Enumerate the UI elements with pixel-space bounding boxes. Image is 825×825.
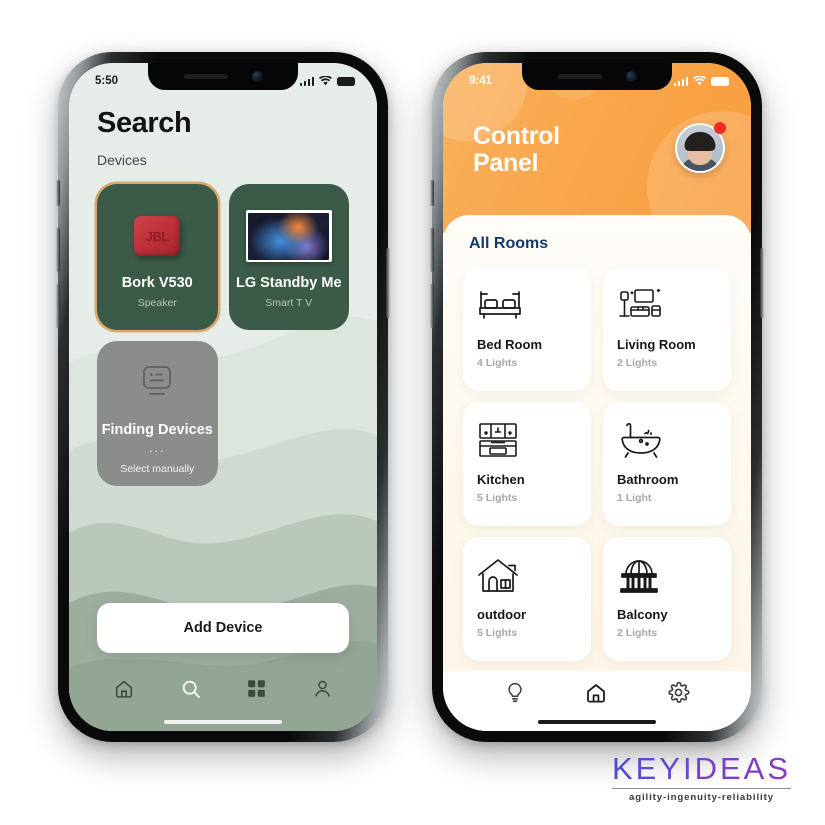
device-card-finding[interactable]: Finding Devices ... Select manually <box>97 341 218 486</box>
status-time: 5:50 <box>95 75 119 87</box>
page-title-line2: Panel <box>473 149 539 177</box>
keyideas-logo: KEYIDEAS agility-ingenuity-reliability <box>611 751 791 803</box>
cellular-bars-icon <box>299 77 314 86</box>
house-icon <box>477 551 577 599</box>
volume-down-button[interactable] <box>56 284 60 328</box>
room-lights-count: 1 Light <box>617 492 652 504</box>
loading-dots: ... <box>148 440 166 455</box>
room-card-bedroom[interactable]: Bed Room 4 Lights <box>463 267 591 391</box>
home-indicator <box>164 719 282 724</box>
screenshot-canvas: 5:50 Search Devices JBL Bork V530 Speake… <box>0 0 825 825</box>
phone-mockup-search: 5:50 Search Devices JBL Bork V530 Speake… <box>56 52 390 742</box>
balcony-icon <box>617 551 717 599</box>
mute-switch[interactable] <box>56 180 60 206</box>
room-card-bathroom[interactable]: Bathroom 1 Light <box>603 402 731 526</box>
tab-home-icon[interactable] <box>113 678 135 705</box>
brand-name: KEYIDEAS <box>611 751 791 786</box>
wifi-icon <box>693 76 706 86</box>
room-name: Living Room <box>617 337 696 352</box>
device-name: Bork V530 <box>121 275 193 291</box>
device-name: Finding Devices <box>101 422 213 438</box>
sofa-tv-icon <box>617 281 717 329</box>
room-lights-count: 5 Lights <box>477 627 518 639</box>
search-screen: 5:50 Search Devices JBL Bork V530 Speake… <box>69 63 377 731</box>
cellular-bars-icon <box>673 77 688 86</box>
room-card-outdoor[interactable]: outdoor 5 Lights <box>463 537 591 661</box>
room-lights-count: 5 Lights <box>477 492 518 504</box>
brand-tagline: agility-ingenuity-reliability <box>628 792 774 803</box>
room-card-balcony[interactable]: Balcony 2 Lights <box>603 537 731 661</box>
bathtub-icon <box>617 416 717 464</box>
bed-icon <box>477 281 577 329</box>
phone-mockup-control-panel: 9:41 Control Panel All Rooms Bed Room 4 … <box>430 52 764 742</box>
mute-switch[interactable] <box>430 180 434 206</box>
volume-up-button[interactable] <box>430 228 434 272</box>
volume-up-button[interactable] <box>56 228 60 272</box>
tab-gear-icon[interactable] <box>667 681 690 709</box>
tab-profile-icon[interactable] <box>312 678 333 704</box>
home-indicator <box>538 719 656 724</box>
control-panel-screen: 9:41 Control Panel All Rooms Bed Room 4 … <box>443 63 751 731</box>
select-manually-link[interactable]: Select manually <box>120 463 194 475</box>
status-bar-search: 5:50 <box>69 63 377 93</box>
room-lights-count: 2 Lights <box>617 627 658 639</box>
room-name: outdoor <box>477 607 527 622</box>
notification-badge <box>714 122 726 134</box>
device-type: Smart T V <box>265 297 313 309</box>
room-lights-count: 2 Lights <box>617 357 658 369</box>
tab-home-icon[interactable] <box>584 681 608 710</box>
page-title: Search <box>97 107 192 139</box>
tab-grid-icon[interactable] <box>246 678 267 704</box>
room-grid: Bed Room 4 Lights Living Room 2 Lights K… <box>463 267 731 661</box>
status-bar-control: 9:41 <box>443 63 751 93</box>
rooms-sheet: All Rooms Bed Room 4 Lights Living Room … <box>443 215 751 731</box>
room-name: Bathroom <box>617 472 679 487</box>
avatar[interactable] <box>675 122 726 173</box>
volume-down-button[interactable] <box>430 284 434 328</box>
section-label-devices: Devices <box>97 152 147 168</box>
battery-full-icon <box>337 76 355 86</box>
page-title: Control Panel <box>473 123 560 177</box>
battery-full-icon <box>711 76 729 86</box>
device-name: LG Standby Me <box>235 275 342 291</box>
device-card-lg[interactable]: LG Standby Me Smart T V <box>228 184 349 330</box>
jbl-speaker-icon: JBL <box>134 205 181 267</box>
avatar-hair <box>684 132 716 151</box>
room-name: Bed Room <box>477 337 542 352</box>
room-name: Kitchen <box>477 472 525 487</box>
power-button[interactable] <box>386 248 390 318</box>
room-card-kitchen[interactable]: Kitchen 5 Lights <box>463 402 591 526</box>
smart-tv-icon <box>245 205 332 267</box>
tab-lightbulb-icon[interactable] <box>504 681 526 709</box>
brand-divider <box>611 788 791 789</box>
device-type: Speaker <box>137 297 177 309</box>
status-time: 9:41 <box>469 75 493 87</box>
monitor-search-icon <box>137 352 177 414</box>
power-button[interactable] <box>760 248 764 318</box>
add-device-button[interactable]: Add Device <box>97 603 349 653</box>
room-lights-count: 4 Lights <box>477 357 518 369</box>
device-grid: JBL Bork V530 Speaker LG Standby Me Smar… <box>97 184 349 486</box>
wifi-icon <box>319 76 332 86</box>
device-card-bork[interactable]: JBL Bork V530 Speaker <box>97 184 218 330</box>
tab-search-icon[interactable] <box>180 678 202 705</box>
room-name: Balcony <box>617 607 668 622</box>
section-title-all-rooms: All Rooms <box>469 235 549 252</box>
kitchen-cabinet-icon <box>477 416 577 464</box>
room-card-livingroom[interactable]: Living Room 2 Lights <box>603 267 731 391</box>
page-title-line1: Control <box>473 122 560 150</box>
